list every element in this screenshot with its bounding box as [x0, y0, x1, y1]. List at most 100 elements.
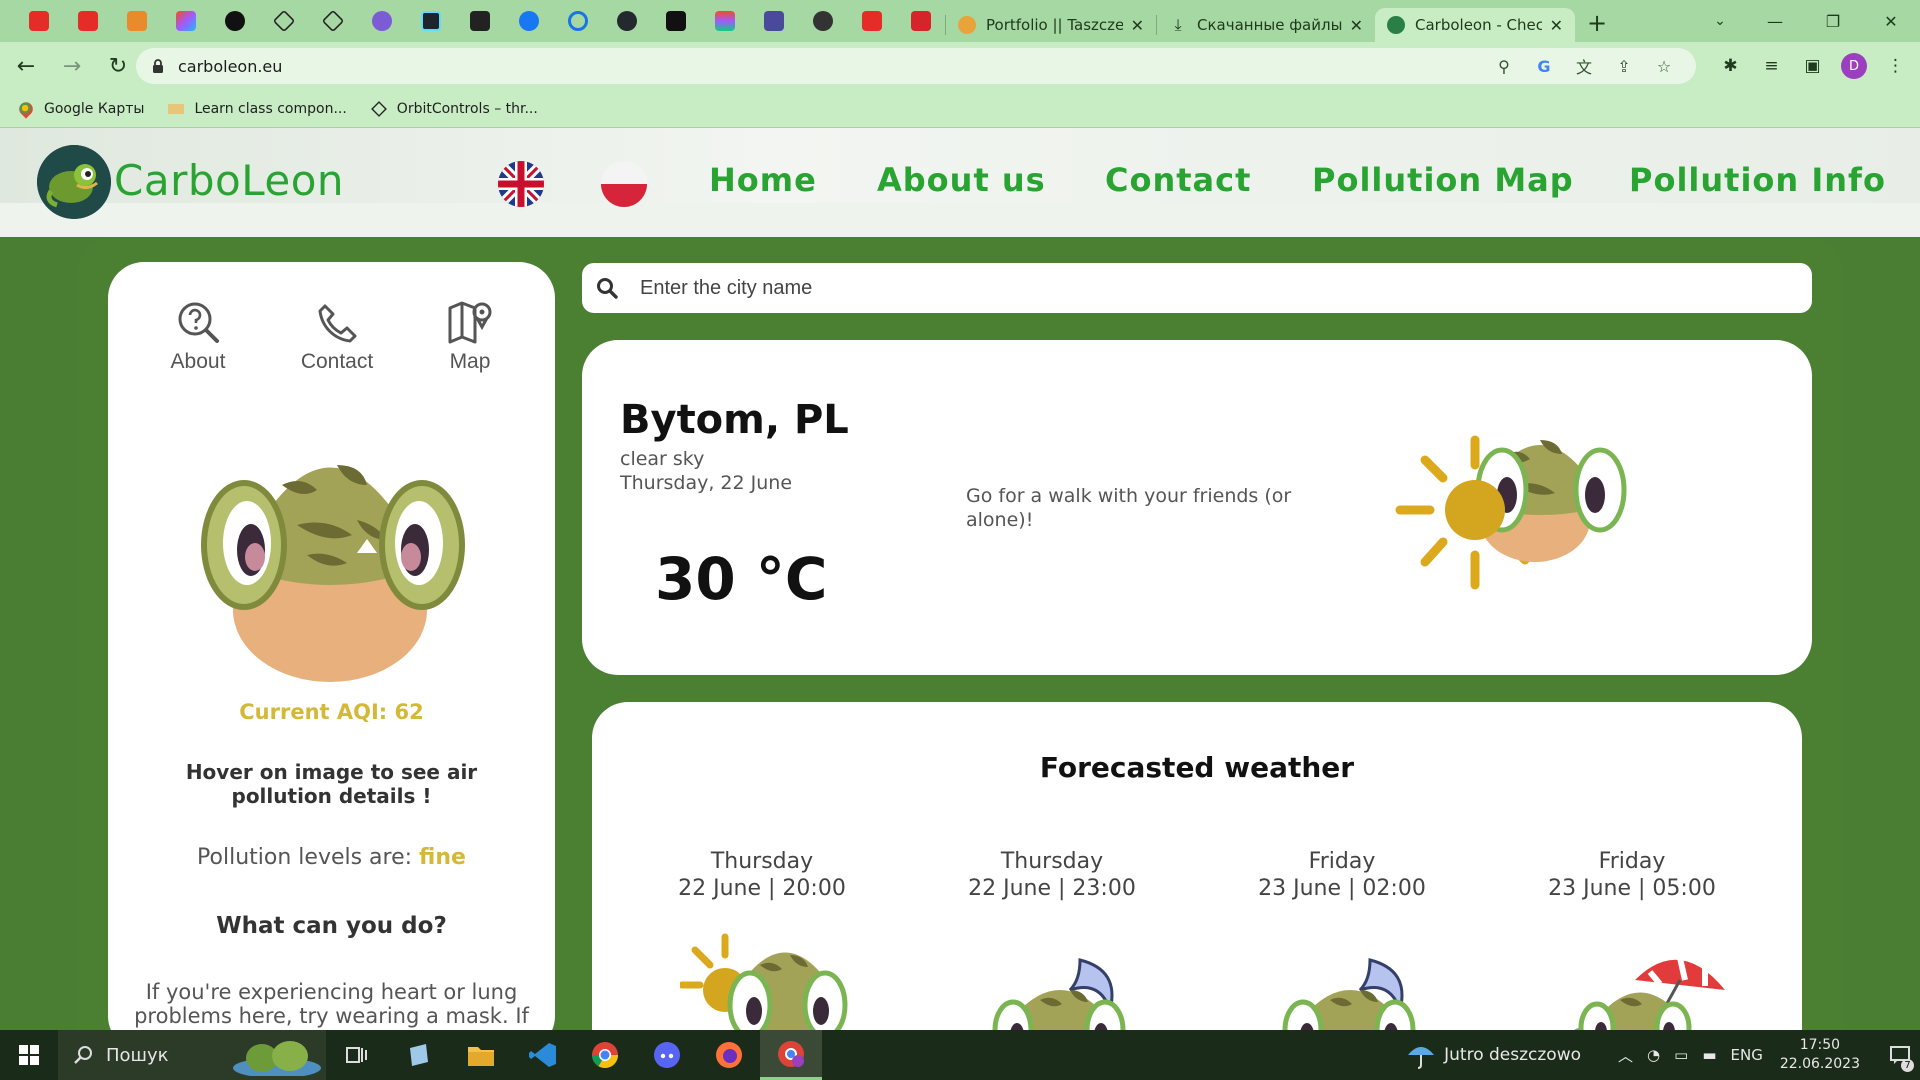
weather-date: Thursday, 22 June — [620, 472, 793, 494]
discord-icon[interactable] — [636, 1030, 698, 1080]
rain-umbrella-icon — [1408, 1047, 1435, 1069]
globe-icon — [812, 11, 833, 31]
show-hidden-icons-chevron-icon[interactable]: ︿ — [1618, 1045, 1633, 1066]
location-icon[interactable]: ⚲ — [1484, 57, 1524, 76]
back-arrow-icon[interactable]: ← — [6, 46, 46, 86]
restore-icon[interactable]: ❐ — [1804, 0, 1862, 42]
figma-icon — [175, 11, 196, 31]
map-icon — [448, 301, 492, 344]
close-window-icon[interactable]: ✕ — [1862, 0, 1920, 42]
tab-title: Carboleon - Check a — [1415, 16, 1542, 34]
turtle-mascot-image[interactable] — [187, 425, 477, 685]
polish-flag-icon[interactable] — [601, 161, 647, 207]
brand-name[interactable]: CarboLeon — [114, 156, 344, 205]
clock-date: 22.06.2023 — [1779, 1056, 1860, 1072]
search-icon — [74, 1046, 92, 1064]
circle-icon — [224, 11, 245, 31]
battery-icon[interactable]: ▬ — [1702, 1046, 1716, 1064]
english-flag-icon[interactable] — [498, 161, 544, 207]
nav-about-us[interactable]: About us — [877, 161, 1046, 199]
close-icon[interactable]: ✕ — [1550, 16, 1563, 35]
display-icon[interactable]: ▭ — [1674, 1046, 1688, 1064]
address-bar[interactable]: carboleon.eu ⚲ G 文 ⇪ ☆ — [136, 48, 1696, 84]
pinned-tab-figma-2[interactable] — [700, 0, 749, 42]
chrome-profile-icon[interactable] — [760, 1030, 822, 1080]
pinned-tab-react[interactable] — [406, 0, 455, 42]
vscode-icon[interactable] — [512, 1030, 574, 1080]
system-tray: Jutro deszczowo ︿ ◔ ▭ ▬ ENG 17:50 22.06.… — [1406, 1030, 1920, 1080]
quick-link-contact[interactable]: Contact — [277, 300, 397, 374]
pinned-tab-globe[interactable] — [798, 0, 847, 42]
pinned-tab-mf[interactable] — [455, 0, 504, 42]
pinned-tab-youtube-3[interactable] — [847, 0, 896, 42]
pinned-tab-purple[interactable] — [357, 0, 406, 42]
task-view-icon[interactable] — [326, 1030, 388, 1080]
notes-app-icon[interactable] — [388, 1030, 450, 1080]
taskbar-clock[interactable]: 17:50 22.06.2023 — [1780, 1036, 1860, 1074]
forward-arrow-icon[interactable]: → — [52, 46, 92, 86]
wifi-icon[interactable]: ◔ — [1647, 1046, 1660, 1064]
close-icon[interactable]: ✕ — [1131, 16, 1144, 35]
share-icon[interactable]: ⇪ — [1604, 57, 1644, 76]
firefox-icon[interactable] — [698, 1030, 760, 1080]
side-panel-icon[interactable]: ▣ — [1792, 56, 1833, 76]
clock-time: 17:50 — [1799, 1037, 1841, 1053]
bookmark-orbitcontrols[interactable]: OrbitControls – thr... — [370, 101, 538, 117]
tab-favicon-icon — [958, 16, 976, 34]
windows-start-icon[interactable] — [0, 1030, 58, 1080]
pinned-tab-l[interactable] — [749, 0, 798, 42]
quick-link-map[interactable]: Map — [410, 300, 530, 374]
bookmark-star-icon[interactable]: ☆ — [1644, 57, 1684, 76]
pinned-tab-blue[interactable] — [553, 0, 602, 42]
new-tab-button[interactable]: + — [1575, 9, 1619, 37]
pinned-tab-three-2[interactable] — [308, 0, 357, 42]
pinned-tab-dark[interactable] — [210, 0, 259, 42]
url-text[interactable]: carboleon.eu — [178, 57, 282, 76]
pinned-tab-youtube[interactable] — [14, 0, 63, 42]
tab-carboleon[interactable]: Carboleon - Check a ✕ — [1375, 8, 1575, 42]
nav-pollution-info[interactable]: Pollution Info — [1629, 161, 1886, 199]
tab-portfolio[interactable]: Portfolio || TaszczerO ✕ — [946, 8, 1156, 42]
nav-home[interactable]: Home — [709, 161, 817, 199]
threejs-icon — [321, 9, 344, 33]
weather-tip: Go for a walk with your friends (or alon… — [966, 485, 1292, 531]
taskbar-weather[interactable]: Jutro deszczowo — [1406, 1041, 1581, 1069]
pinned-tab-red[interactable] — [896, 0, 945, 42]
quick-link-about[interactable]: About — [138, 300, 258, 374]
file-explorer-icon[interactable] — [450, 1030, 512, 1080]
reading-list-icon[interactable]: ≡ — [1751, 56, 1792, 76]
browser-tab-strip: Portfolio || TaszczerO ✕ ⤓ Скачанные фай… — [0, 0, 1920, 42]
bookmark-learn-class[interactable]: Learn class compon... — [168, 101, 347, 117]
pinned-tab-github[interactable] — [602, 0, 651, 42]
pinned-tab-youtube-2[interactable] — [63, 0, 112, 42]
search-icon[interactable] — [596, 277, 618, 299]
extensions-puzzle-icon[interactable]: ✱ — [1710, 56, 1751, 76]
pinned-tab-orange[interactable] — [112, 0, 161, 42]
city-search-input[interactable] — [640, 276, 1740, 300]
pinned-tab-three[interactable] — [259, 0, 308, 42]
google-icon[interactable]: G — [1524, 57, 1564, 76]
carboleon-logo[interactable] — [37, 145, 111, 219]
tab-search-chevron-icon[interactable]: ⌄ — [1700, 0, 1740, 42]
nav-contact[interactable]: Contact — [1105, 161, 1251, 199]
pinned-tab-figma[interactable] — [161, 0, 210, 42]
bookmark-google-maps[interactable]: Google Карты — [16, 98, 144, 119]
close-icon[interactable]: ✕ — [1350, 16, 1363, 35]
forecast-time: 22 June | 20:00 — [678, 876, 846, 901]
app-icon — [126, 11, 147, 31]
pinned-tab-facebook[interactable] — [504, 0, 553, 42]
nav-pollution-map[interactable]: Pollution Map — [1312, 161, 1574, 199]
tab-downloads[interactable]: ⤓ Скачанные файлы ✕ — [1157, 8, 1375, 42]
language-indicator[interactable]: ENG — [1731, 1046, 1763, 1064]
notification-center-icon[interactable]: 7 — [1880, 1030, 1920, 1080]
forecast-item: Friday 23 June | 02:00 — [1222, 848, 1462, 902]
minimize-icon[interactable]: — — [1746, 0, 1804, 42]
more-menu-icon[interactable]: ⋮ — [1875, 56, 1916, 76]
profile-avatar[interactable]: D — [1841, 53, 1867, 79]
reload-icon[interactable]: ↻ — [98, 46, 138, 86]
taskbar-search-label: Пошук — [106, 1044, 169, 1066]
pinned-tab-framer[interactable] — [651, 0, 700, 42]
chrome-icon[interactable] — [574, 1030, 636, 1080]
translate-icon[interactable]: 文 — [1564, 54, 1604, 78]
taskbar-search[interactable]: Пошук — [58, 1030, 326, 1080]
